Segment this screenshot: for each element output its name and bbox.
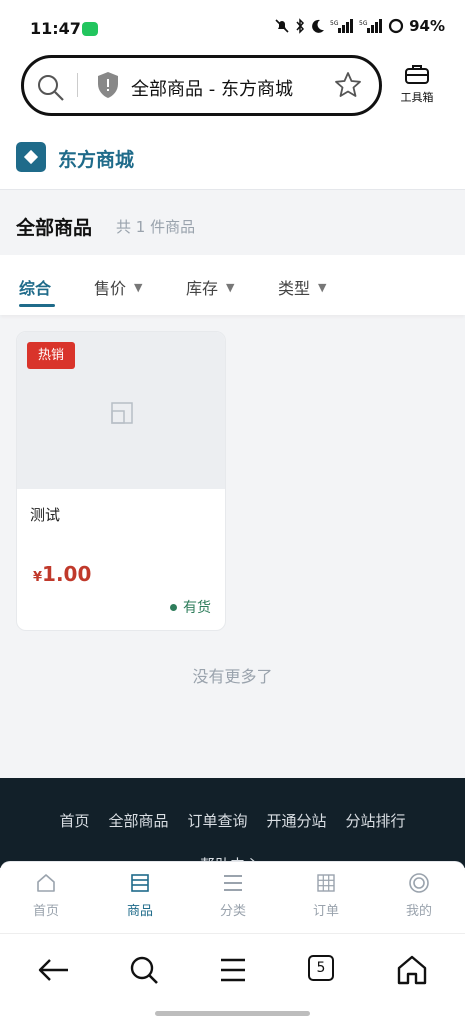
mute-bell-icon [275,19,289,33]
list-icon [131,874,149,892]
site-header: 东方商城 [0,120,465,190]
in-stock-dot-icon [170,603,177,611]
back-arrow-icon[interactable] [34,952,74,988]
battery-ring-icon [388,18,404,34]
gesture-bar[interactable] [155,1011,310,1016]
product-price: ¥1.00 [33,562,91,586]
tab-price[interactable]: 售价 ▼ [94,275,142,299]
moon-icon [312,19,325,33]
caret-down-icon: ▼ [226,280,235,294]
product-count: 共 1 件商品 [116,218,196,236]
product-image[interactable]: 热销 [17,332,225,489]
browser-toolbar: 全部商品 - 东方商城 工具箱 [0,50,465,120]
currency-symbol: ¥ [33,570,43,585]
tab-comprehensive[interactable]: 综合 [19,275,51,299]
nav-item-home[interactable]: 首页 [16,872,76,919]
nav-item-orders[interactable]: 订单 [296,872,356,919]
app-bottom-nav: 首页 商品 分类 订单 我的 [0,861,465,933]
grid-icon [317,874,335,892]
sort-tabs: 综合 售价 ▼ 库存 ▼ 类型 ▼ [0,255,465,315]
user-icon [409,873,429,893]
signal-5g-icon: 5G [330,19,354,33]
footer-links: 首页 全部商品 订单查询 开通分站 分站排行 [0,810,465,831]
nav-label: 我的 [405,904,432,919]
status-bar: 11:47 5G 5G 94% [0,0,465,50]
nav-label: 商品 [126,904,153,919]
hot-badge: 热销 [27,342,75,369]
status-time: 11:47 [30,19,81,38]
nav-label: 分类 [219,904,246,919]
tab-switcher-button[interactable]: 5 [308,955,334,981]
image-placeholder-icon [111,402,133,424]
footer-link-home[interactable]: 首页 [59,810,89,831]
stock-label: 有货 [183,600,211,616]
toolbox-icon [405,65,429,84]
nav-label: 首页 [32,904,59,919]
site-logo[interactable] [16,142,46,172]
tab-label: 类型 [278,279,311,298]
menu-icon[interactable] [213,952,253,988]
toolbox-label: 工具箱 [400,91,434,104]
tab-type[interactable]: 类型 ▼ [278,275,326,299]
tab-label: 综合 [19,279,52,298]
svg-text:5G: 5G [330,20,339,27]
home-icon [37,874,55,892]
stock-status: 有货 [170,597,211,617]
page-title-bar: 全部商品 共 1 件商品 [0,191,465,255]
address-divider [77,73,78,97]
footer-link-order-query[interactable]: 订单查询 [187,810,247,831]
bluetooth-icon [296,18,305,34]
active-tab-indicator [19,304,55,307]
tab-label: 库存 [186,279,219,298]
browser-bottom-bar: 5 [0,933,465,1024]
star-bookmark-icon[interactable] [333,70,363,100]
address-bar[interactable]: 全部商品 - 东方商城 [21,55,382,116]
nav-item-me[interactable]: 我的 [389,872,449,919]
tab-stock[interactable]: 库存 ▼ [186,275,234,299]
price-value: 1.00 [42,562,92,586]
footer-link-substation-ranking[interactable]: 分站排行 [346,810,406,831]
search-icon[interactable] [124,952,164,988]
footer-link-all-products[interactable]: 全部商品 [108,810,168,831]
caret-down-icon: ▼ [318,280,327,294]
page-title: 全部商品 [16,217,93,239]
product-name[interactable]: 测试 [30,504,60,525]
site-footer: 首页 全部商品 订单查询 开通分站 分站排行 帮助中心 [0,778,465,868]
footer-link-open-substation[interactable]: 开通分站 [267,810,327,831]
status-icons: 5G 5G 94% [274,17,445,35]
nav-item-products[interactable]: 商品 [110,872,170,919]
svg-text:5G: 5G [359,20,368,27]
toolbox-button[interactable]: 工具箱 [392,62,442,105]
signal-5g-icon-2: 5G [359,19,383,33]
no-more-text: 没有更多了 [192,667,273,686]
shield-icon[interactable] [96,70,120,100]
tab-label: 售价 [94,279,127,298]
menu-icon [224,875,242,891]
battery-percent: 94% [409,17,445,35]
nav-item-category[interactable]: 分类 [203,872,263,919]
page-url-title[interactable]: 全部商品 - 东方商城 [131,75,293,101]
wechat-notification-icon [82,22,98,36]
caret-down-icon: ▼ [134,280,143,294]
nav-label: 订单 [312,904,339,919]
search-icon[interactable] [36,73,66,103]
site-brand-name[interactable]: 东方商城 [58,145,134,172]
product-card[interactable]: 热销 测试 ¥1.00 有货 [16,331,226,631]
home-icon[interactable] [392,952,432,988]
